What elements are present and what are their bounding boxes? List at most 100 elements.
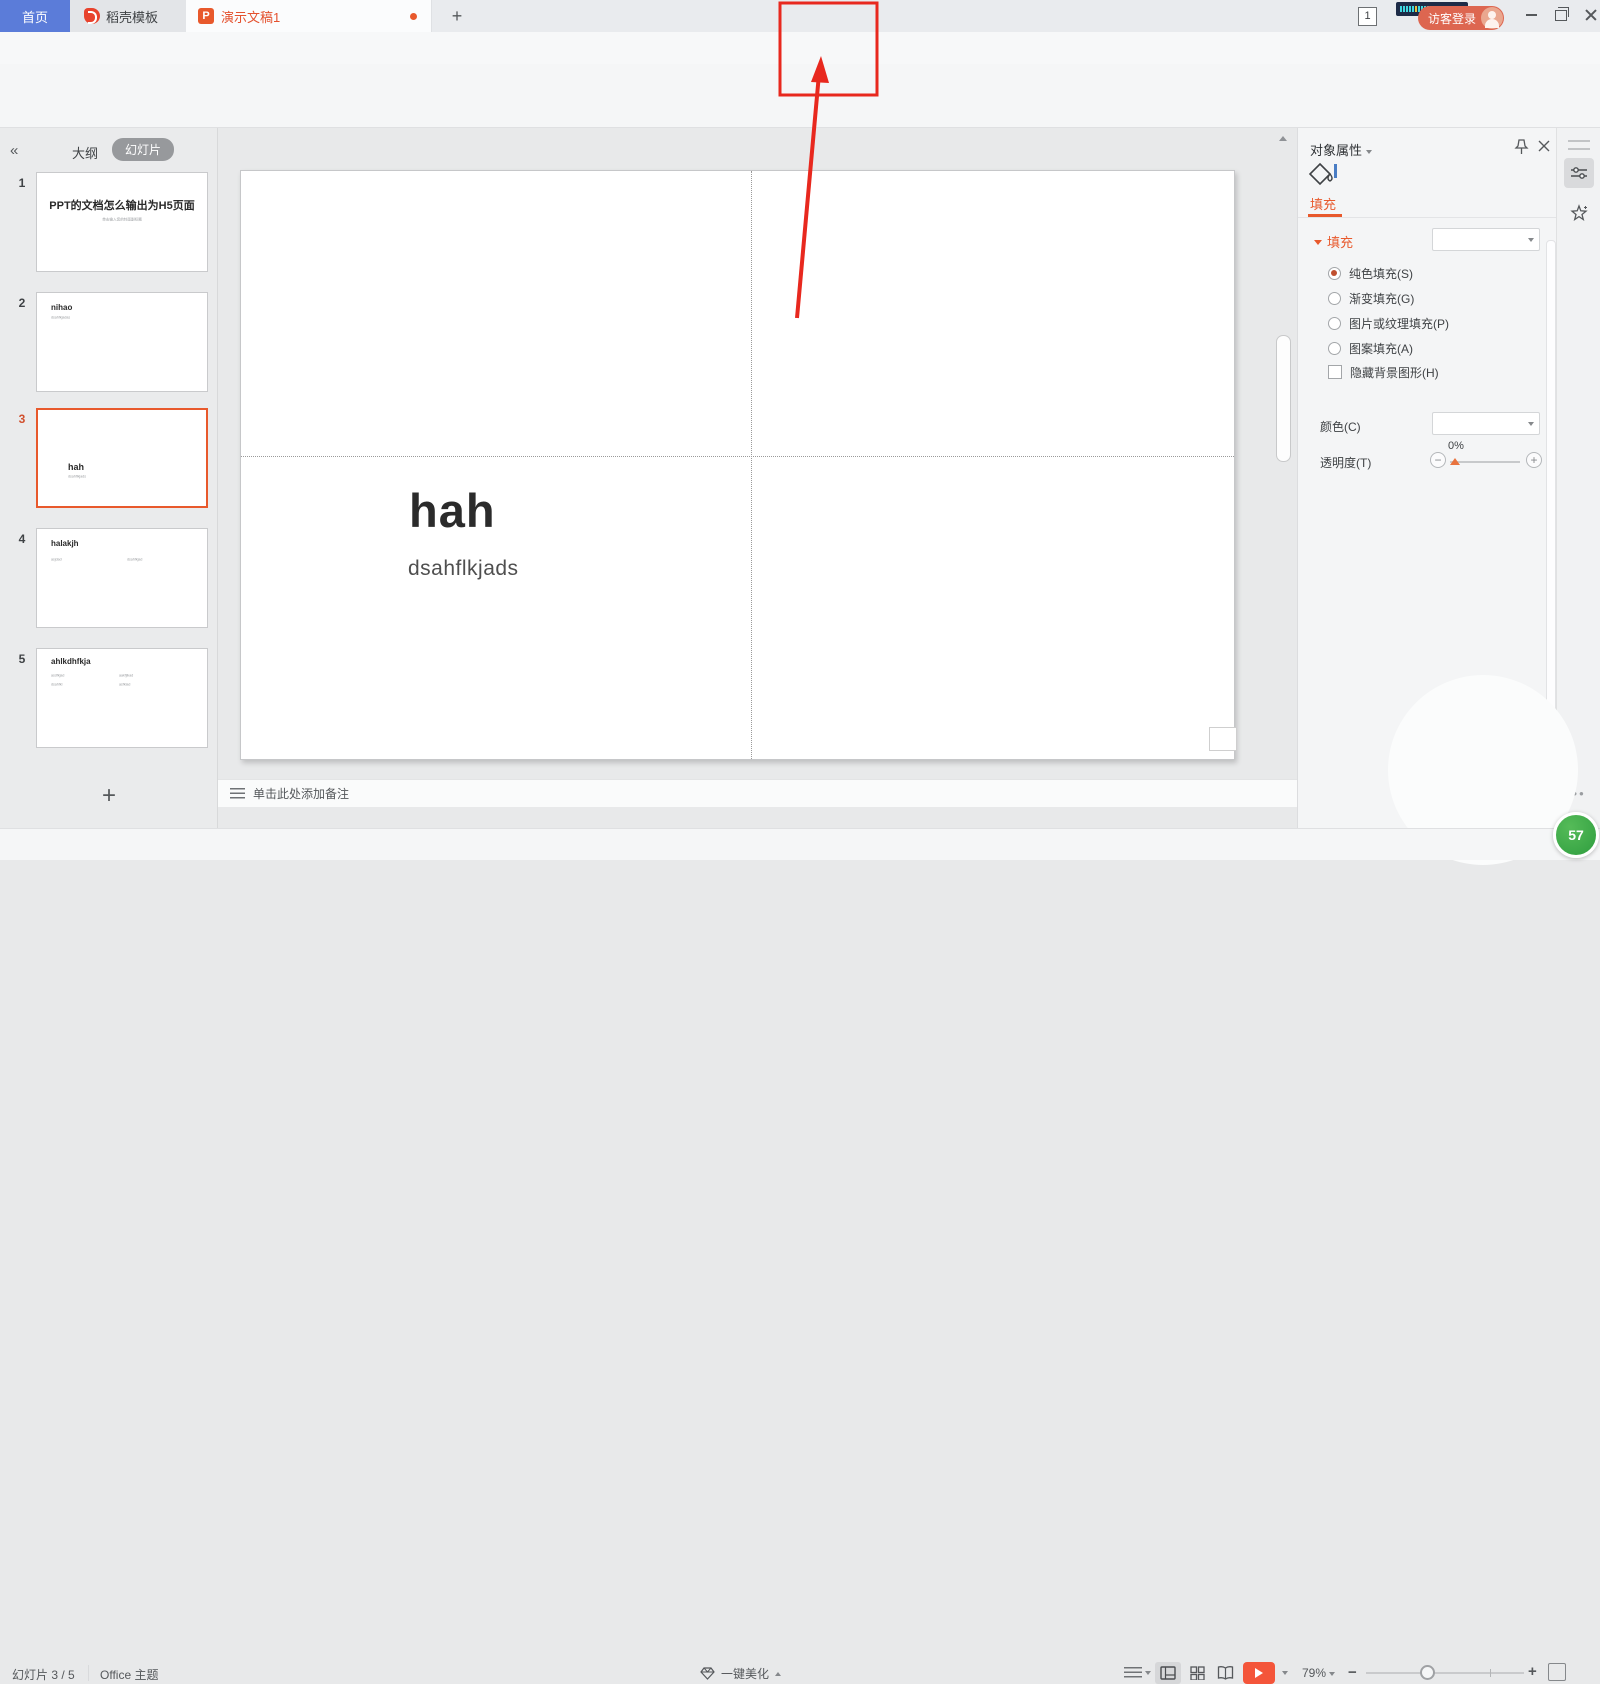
normal-view-button[interactable]: [1155, 1662, 1181, 1684]
slideshow-play-button[interactable]: [1243, 1662, 1275, 1684]
properties-strip-button[interactable]: [1564, 158, 1594, 188]
slide-sorter-button[interactable]: [1184, 1662, 1210, 1684]
slide-canvas-area: hah dsahflkjads: [218, 128, 1297, 779]
reading-view-button[interactable]: [1212, 1662, 1238, 1684]
panel-scrollbar[interactable]: [1546, 240, 1556, 712]
radio-solid-fill[interactable]: 纯色填充(S): [1328, 265, 1413, 282]
thumb2-sub: dsahfkjadas: [51, 315, 191, 320]
avatar: [1481, 7, 1503, 29]
minimize-button[interactable]: [1516, 0, 1546, 30]
slide-thumbnail-4[interactable]: halakjh asjdad dsahfkjad: [36, 528, 208, 628]
checkbox-hide-background[interactable]: 隐藏背景图形(H): [1328, 364, 1439, 381]
thumb3-title: hah: [68, 462, 206, 472]
color-dropdown[interactable]: [1432, 412, 1540, 435]
notes-bar[interactable]: 单击此处添加备注: [218, 779, 1297, 807]
tab-home[interactable]: 首页: [0, 0, 70, 32]
radio-on-icon: [1328, 267, 1341, 280]
notes-toggle-button[interactable]: [1124, 1667, 1151, 1678]
slide-thumbnail-2[interactable]: nihao dsahfkjadas: [36, 292, 208, 392]
docer-icon: [84, 8, 100, 24]
title-bar: 首页 稻壳模板 P 演示文稿1 + 1 访客登录: [0, 0, 1600, 32]
grid-view-icon: [1190, 1666, 1205, 1680]
transparency-slider[interactable]: [1450, 461, 1520, 463]
slide-title-text[interactable]: hah: [409, 483, 496, 538]
fill-bucket-icon: [1308, 162, 1338, 188]
slide-body-text[interactable]: dsahflkjads: [408, 557, 519, 581]
panel-title[interactable]: 对象属性: [1310, 140, 1372, 159]
fill-tab[interactable]: 填充: [1310, 194, 1336, 213]
menu-bar: 文件 开始 插入 设计 切换 动画 幻灯片放映 审阅 视图 开发工具 特色功能: [0, 32, 1600, 64]
sparkle-star-icon: [1570, 204, 1588, 222]
scrollbar-up-arrow[interactable]: [1279, 136, 1287, 141]
thumb2-title: nihao: [51, 303, 207, 312]
radio-off-icon: [1328, 292, 1341, 305]
slide-corner-placeholder[interactable]: [1209, 727, 1237, 751]
checkbox-icon: [1328, 365, 1342, 379]
close-panel-icon[interactable]: [1538, 140, 1550, 152]
close-button[interactable]: [1576, 0, 1600, 30]
restore-button[interactable]: [1546, 0, 1576, 30]
thumb5-title: ahlkdhfkja: [51, 657, 207, 666]
play-icon: [1255, 1668, 1263, 1678]
tab-docer-label: 稻壳模板: [106, 7, 158, 26]
theme-name[interactable]: Office 主题: [100, 1666, 158, 1683]
zoom-slider-handle[interactable]: [1420, 1665, 1435, 1680]
transparency-value: 0%: [1448, 440, 1464, 452]
slide-thumbnail-1[interactable]: PPT的文档怎么输出为H5页面 单击输入您的封面副标题: [36, 172, 208, 272]
ppt-file-icon: P: [198, 8, 214, 24]
beautify-gem-icon: [700, 1666, 715, 1681]
thumb4-title: halakjh: [51, 539, 207, 548]
vertical-guide-line: [751, 171, 752, 759]
play-options-icon[interactable]: [1282, 1671, 1288, 1675]
zoom-100-tick: [1490, 1669, 1491, 1677]
beautify-button[interactable]: 一键美化: [700, 1665, 781, 1682]
score-badge[interactable]: 57: [1553, 812, 1599, 858]
transparency-label: 透明度(T): [1320, 454, 1371, 471]
zoom-slider-track[interactable]: [1366, 1672, 1524, 1674]
ribbon-toolbar: 粘贴 剪切 复制 格式刷 从当前开始: [0, 64, 1600, 128]
fit-to-window-icon[interactable]: [1548, 1663, 1566, 1681]
slide-thumbnail-3-selected[interactable]: hah dsahflkjads: [36, 408, 208, 508]
book-view-icon: [1217, 1666, 1234, 1680]
beautify-label: 一键美化: [721, 1665, 769, 1682]
zoom-out-button[interactable]: −: [1348, 1664, 1357, 1681]
slide-number: 1: [14, 176, 30, 190]
transparency-slider-marker[interactable]: [1450, 458, 1460, 465]
color-label: 颜色(C): [1320, 418, 1361, 435]
tab-slides[interactable]: 幻灯片: [112, 138, 174, 161]
fill-section-header[interactable]: 填充: [1314, 232, 1353, 251]
tab-docer-templates[interactable]: 稻壳模板: [70, 0, 186, 32]
thumb1-title: PPT的文档怎么输出为H5页面: [37, 199, 207, 213]
notes-placeholder: 单击此处添加备注: [253, 785, 349, 802]
radio-pattern-fill[interactable]: 图案填充(A): [1328, 340, 1413, 357]
pin-icon[interactable]: [1514, 139, 1529, 155]
guest-login-button[interactable]: 访客登录: [1418, 6, 1504, 30]
slide-thumbnail-5[interactable]: ahlkdhfkja asdfkjad dsahfkl aakfjlkad as…: [36, 648, 208, 748]
add-slide-button[interactable]: +: [0, 776, 218, 816]
unsaved-dot-icon: [410, 13, 417, 20]
tab-outline[interactable]: 大纲: [72, 143, 98, 162]
slide-number: 5: [14, 652, 30, 666]
radio-gradient-fill[interactable]: 渐变填充(G): [1328, 290, 1414, 307]
fill-preset-dropdown[interactable]: [1432, 228, 1540, 251]
new-tab-button[interactable]: +: [444, 4, 470, 28]
transparency-plus-button[interactable]: +: [1526, 452, 1542, 468]
radio-picture-texture-fill[interactable]: 图片或纹理填充(P): [1328, 315, 1449, 332]
slide-number: 2: [14, 296, 30, 310]
vertical-scrollbar-thumb[interactable]: [1276, 335, 1291, 462]
slide-editing-surface[interactable]: hah dsahflkjads: [240, 170, 1235, 760]
sliders-icon: [1570, 165, 1588, 181]
chevron-down-icon: [1145, 1671, 1151, 1675]
status-bar: 幻灯片 3 / 5 Office 主题 一键美化 79% −: [0, 828, 1600, 860]
guest-login-label: 访客登录: [1428, 10, 1476, 27]
zoom-in-button[interactable]: +: [1528, 1663, 1537, 1680]
thumb5-sub-1: asdfkjad: [51, 673, 64, 678]
tab-document[interactable]: P 演示文稿1: [186, 0, 432, 32]
zoom-level[interactable]: 79%: [1302, 1666, 1335, 1680]
effects-strip-button[interactable]: [1564, 198, 1594, 228]
window-count-badge[interactable]: 1: [1358, 7, 1377, 26]
transparency-minus-button[interactable]: −: [1430, 452, 1446, 468]
panel-drag-handle[interactable]: [1568, 140, 1590, 150]
slide-number: 4: [14, 532, 30, 546]
collapse-sidebar-button[interactable]: «: [10, 142, 18, 159]
